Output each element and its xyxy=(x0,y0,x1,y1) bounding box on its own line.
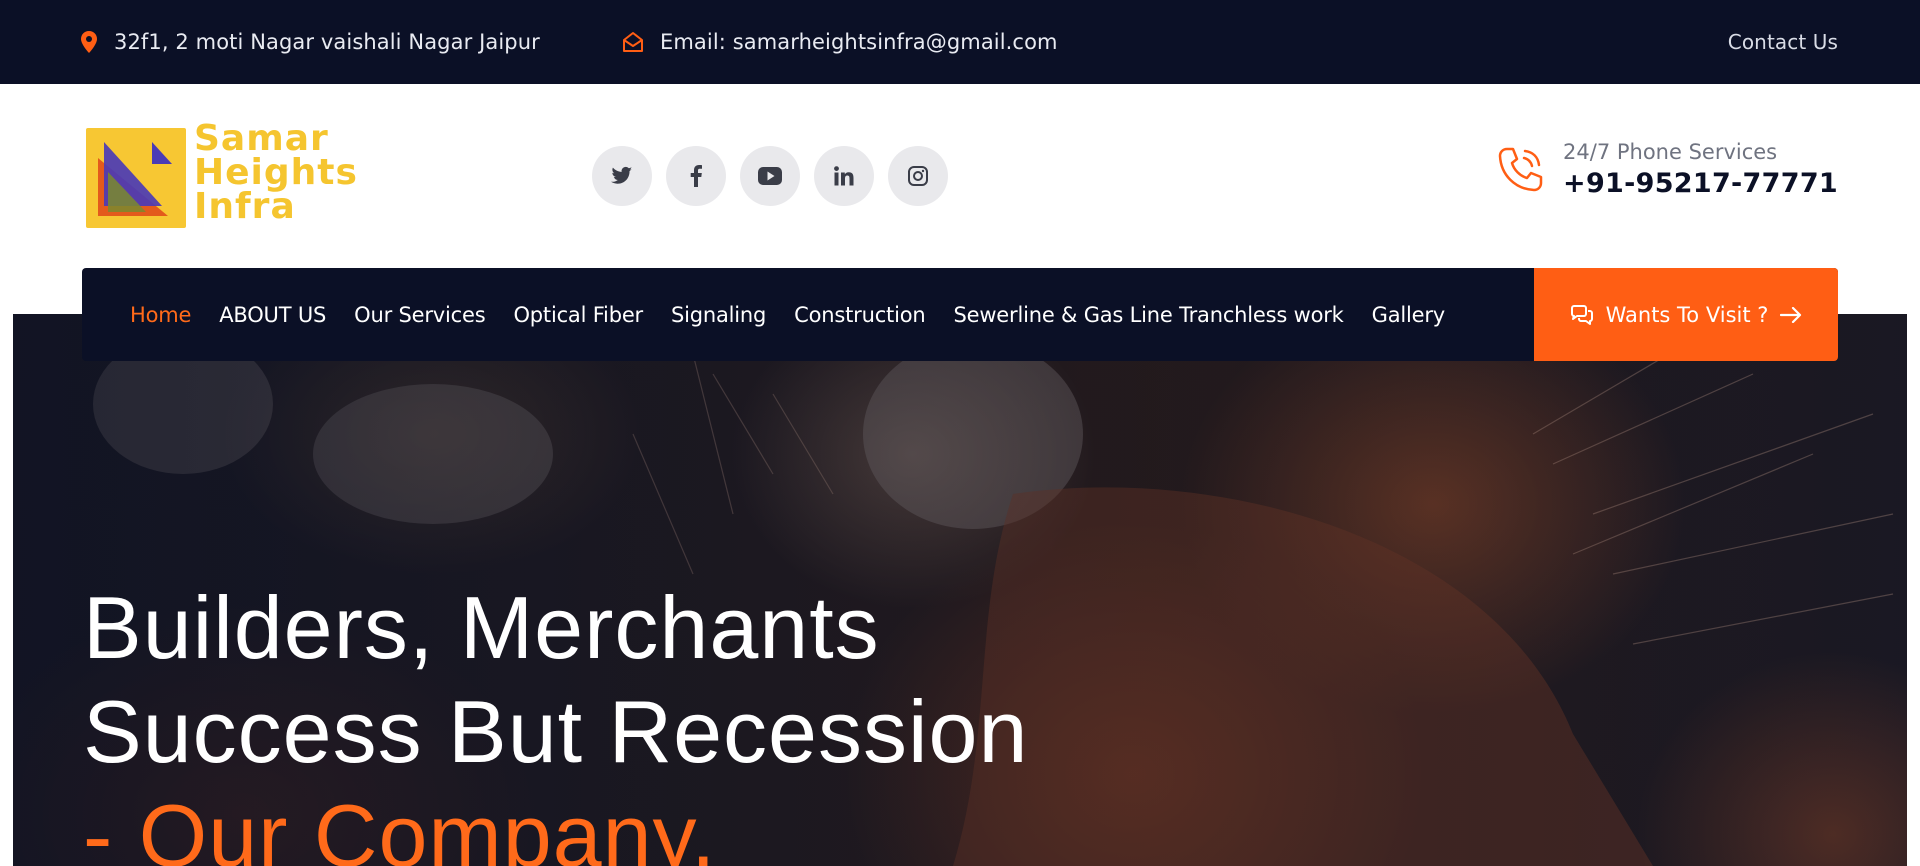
youtube-icon xyxy=(758,167,782,185)
phone-text: 24/7 Phone Services +91-95217-77771 xyxy=(1563,140,1838,199)
nav-item-optical-fiber[interactable]: Optical Fiber xyxy=(513,303,643,327)
logo-line-1: Samar xyxy=(194,118,329,159)
nav-item-construction[interactable]: Construction xyxy=(794,303,926,327)
email-text[interactable]: Email: samarheightsinfra@gmail.com xyxy=(660,30,1058,54)
arrow-right-icon xyxy=(1780,306,1802,323)
nav-item-signaling[interactable]: Signaling xyxy=(671,303,766,327)
twitter-link[interactable] xyxy=(592,146,652,206)
hero-line-1: Builders, Merchants xyxy=(83,578,880,677)
logo-mark xyxy=(86,128,186,228)
nav-item-our-services[interactable]: Our Services xyxy=(354,303,486,327)
company-logo[interactable]: Samar Heights Infra xyxy=(86,118,364,228)
linkedin-icon xyxy=(834,166,854,186)
wants-to-visit-label: Wants To Visit ? xyxy=(1605,302,1769,327)
address-text: 32f1, 2 moti Nagar vaishali Nagar Jaipur xyxy=(114,30,540,54)
logo-line-2: Heights xyxy=(194,152,358,193)
email-info[interactable]: Email: samarheightsinfra@gmail.com xyxy=(622,0,1058,84)
hero-line-3: - Our Company. xyxy=(83,786,717,866)
address-info: 32f1, 2 moti Nagar vaishali Nagar Jaipur xyxy=(80,0,540,84)
hero-heading: Builders, Merchants Success But Recessio… xyxy=(83,576,1028,866)
social-links xyxy=(592,146,948,206)
logo-triangles-icon xyxy=(98,142,172,216)
facebook-link[interactable] xyxy=(666,146,726,206)
top-bar: 32f1, 2 moti Nagar vaishali Nagar Jaipur… xyxy=(0,0,1920,84)
wants-to-visit-button[interactable]: Wants To Visit ? xyxy=(1534,268,1838,361)
phone-icon xyxy=(1498,147,1543,191)
instagram-link[interactable] xyxy=(888,146,948,206)
facebook-icon xyxy=(690,165,702,187)
hero-banner: Builders, Merchants Success But Recessio… xyxy=(13,314,1907,866)
linkedin-link[interactable] xyxy=(814,146,874,206)
main-navigation: Home ABOUT US Our Services Optical Fiber… xyxy=(82,268,1838,361)
map-pin-icon xyxy=(81,31,97,53)
envelope-open-icon xyxy=(623,32,643,52)
twitter-icon xyxy=(611,166,633,184)
nav-item-home[interactable]: Home xyxy=(130,303,191,327)
instagram-icon xyxy=(908,166,928,186)
phone-number[interactable]: +91-95217-77771 xyxy=(1563,168,1838,199)
youtube-link[interactable] xyxy=(740,146,800,206)
hero-line-2: Success But Recession xyxy=(83,682,1029,781)
contact-us-link[interactable]: Contact Us xyxy=(1728,0,1838,84)
nav-menu: Home ABOUT US Our Services Optical Fiber… xyxy=(82,303,1473,327)
nav-item-about-us[interactable]: ABOUT US xyxy=(219,303,326,327)
logo-line-3: Infra xyxy=(194,186,296,227)
nav-item-sewerline[interactable]: Sewerline & Gas Line Tranchless work xyxy=(953,303,1343,327)
logo-wordmark: Samar Heights Infra xyxy=(194,118,358,227)
phone-label: 24/7 Phone Services xyxy=(1563,140,1778,164)
phone-info[interactable]: 24/7 Phone Services +91-95217-77771 xyxy=(1493,140,1838,199)
nav-item-gallery[interactable]: Gallery xyxy=(1372,303,1446,327)
chat-bubbles-icon xyxy=(1570,304,1593,325)
